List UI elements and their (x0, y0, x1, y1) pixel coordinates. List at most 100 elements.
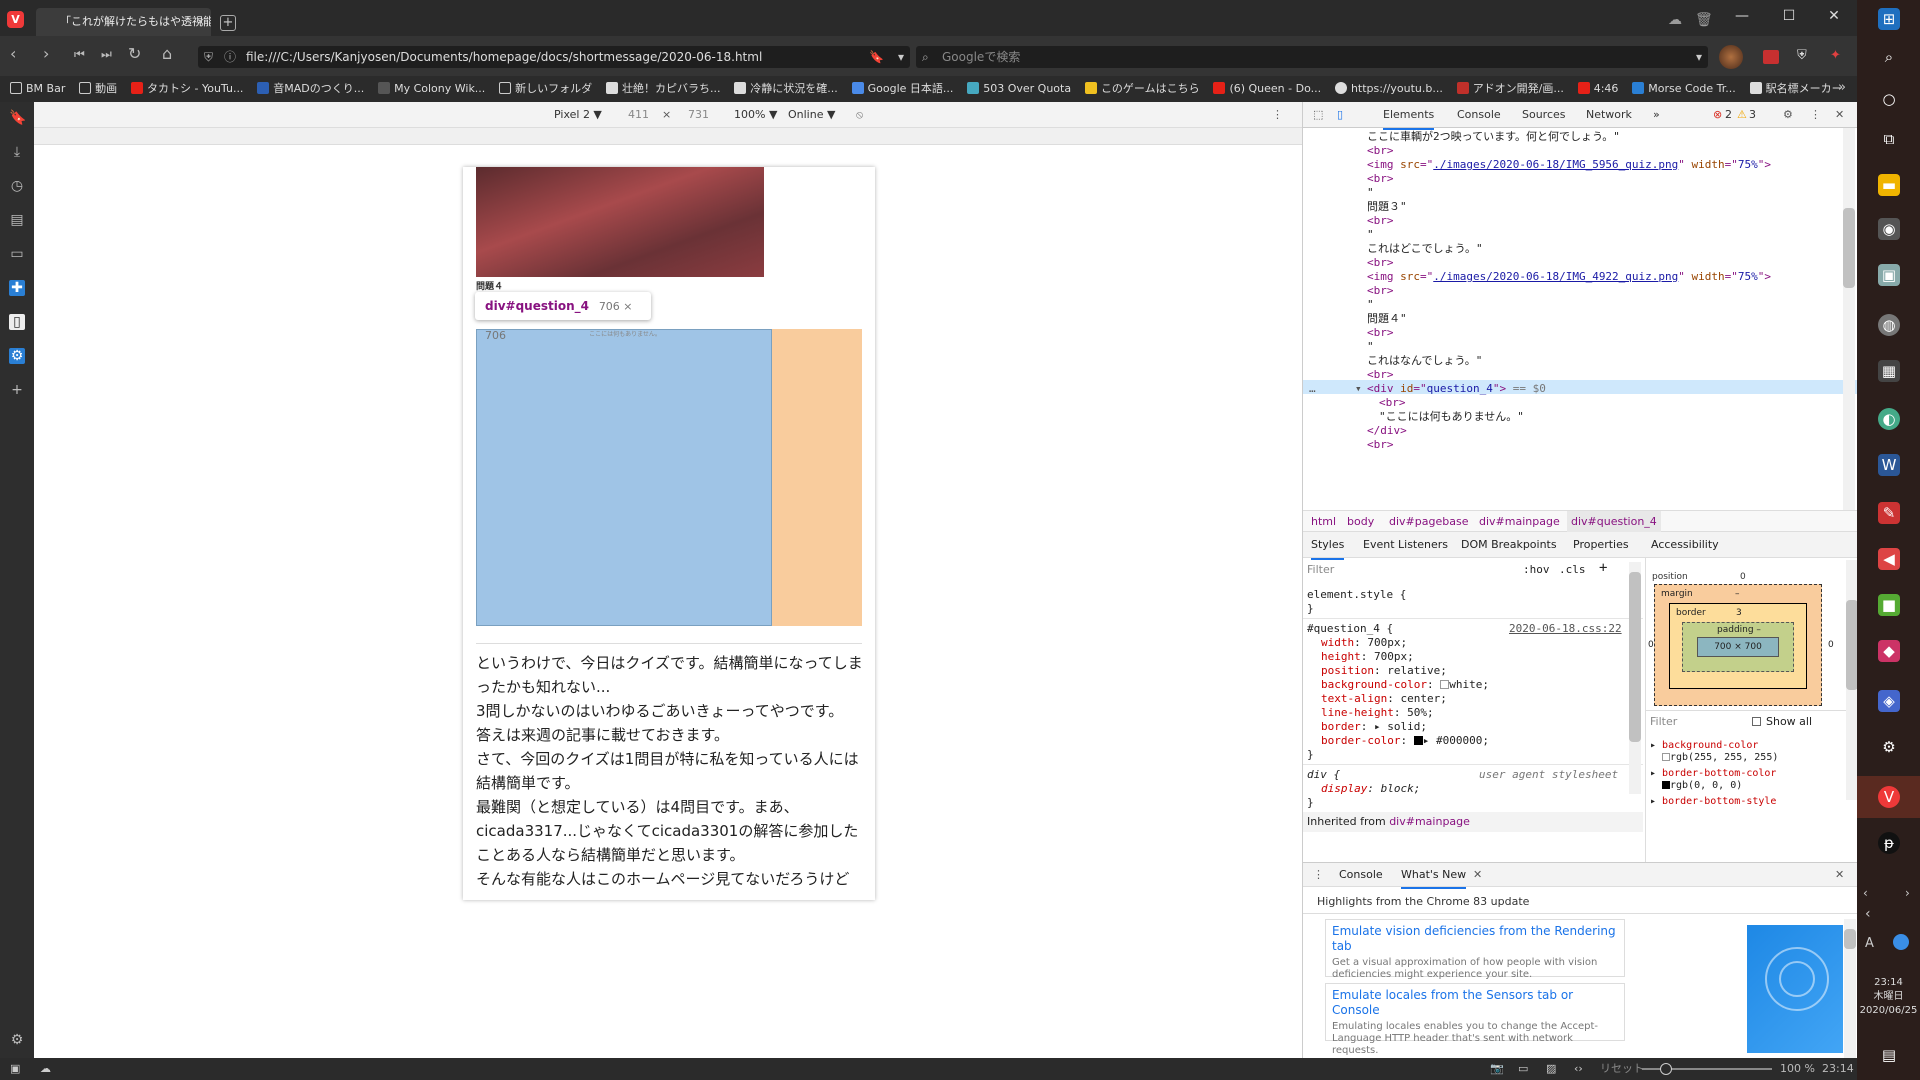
notes-icon[interactable]: ▤ (9, 212, 25, 228)
tray-app-icon[interactable] (1893, 934, 1909, 950)
vivaldi-logo-icon[interactable]: V (7, 11, 24, 28)
cloud-icon[interactable]: ☁ (1668, 12, 1682, 28)
card-title[interactable]: Emulate locales from the Sensors tab or … (1332, 988, 1618, 1018)
network-throttle-select[interactable]: Online ▼ (788, 102, 835, 128)
ellipsis-icon[interactable]: … (1309, 380, 1316, 397)
card-title[interactable]: Emulate vision deficiencies from the Ren… (1332, 924, 1618, 954)
web-panel-icon[interactable]: ▯ (9, 314, 25, 330)
home-icon[interactable]: ⌂ (162, 46, 172, 62)
bookmark-item[interactable]: 音MADのつくり... (257, 76, 364, 102)
web-panel-icon[interactable]: ✚ (9, 280, 25, 296)
rotate-icon[interactable]: ⦸ (856, 102, 863, 128)
window-panel-icon[interactable]: ▭ (9, 246, 25, 262)
chevron-right-icon[interactable]: › (1905, 886, 1910, 900)
maximize-button[interactable]: ☐ (1773, 8, 1805, 24)
color-swatch[interactable] (1413, 736, 1423, 745)
warning-icon[interactable]: ⚠ (1737, 102, 1747, 128)
chevron-down-icon[interactable]: ▾ (898, 46, 904, 68)
styles-filter-input[interactable]: Filter (1307, 562, 1517, 578)
task-view-icon[interactable]: ⧉ (1878, 128, 1900, 150)
drawer-menu-icon[interactable]: ⋮ (1313, 863, 1324, 887)
bookmark-icon[interactable]: 🔖 (869, 46, 884, 68)
close-icon[interactable]: ✕ (1835, 102, 1844, 128)
info-icon[interactable]: ⓘ (224, 46, 236, 68)
app-icon[interactable]: ◈ (1878, 690, 1900, 712)
add-panel-icon[interactable]: + (9, 382, 25, 398)
device-select[interactable]: Pixel 2 ▼ (554, 102, 602, 128)
tile-icon[interactable]: ▭ (1518, 1058, 1528, 1080)
more-tabs-icon[interactable]: » (1653, 102, 1660, 128)
margin-box[interactable]: margin – border 3 padding – 700 × 700 (1654, 584, 1822, 706)
search-engine-dropdown-icon[interactable]: ▾ (1696, 46, 1702, 68)
expand-triangle-icon[interactable]: ▾ (1355, 380, 1362, 397)
bookmark-item[interactable]: アドオン開発/画... (1456, 76, 1564, 102)
bookmark-item[interactable]: Morse Code Tr... (1632, 76, 1736, 102)
app-icon[interactable]: ◍ (1878, 314, 1900, 336)
rule-selector[interactable]: #question_4 { (1307, 622, 1393, 636)
capture-icon[interactable]: 📷 (1490, 1058, 1504, 1080)
app-icon[interactable]: ◐ (1878, 408, 1900, 430)
dom-node[interactable]: <img src="./images/2020-06-18/IMG_4922_q… (1367, 268, 1771, 285)
color-swatch[interactable] (1440, 680, 1450, 689)
bookmark-item[interactable]: 壮絶！カピバラち... (605, 76, 720, 102)
tab-properties[interactable]: Properties (1573, 532, 1629, 558)
whats-new-card[interactable]: Emulate vision deficiencies from the Ren… (1325, 919, 1625, 980)
device-toolbar-icon[interactable]: ▯ (1337, 102, 1343, 128)
image-toggle-icon[interactable]: ▨ (1546, 1058, 1556, 1080)
taskbar-clock[interactable]: 23:14 木曜日 2020/06/25 (1857, 976, 1920, 1018)
extension-icon[interactable] (1763, 50, 1779, 64)
tab-event-listeners[interactable]: Event Listeners (1363, 532, 1448, 558)
close-tab-icon[interactable]: × (196, 8, 205, 36)
bookmark-item[interactable]: 動画 (79, 76, 117, 102)
element-style-rule[interactable]: element.style {} (1307, 588, 1406, 616)
file-explorer-icon[interactable]: ▬ (1878, 174, 1900, 196)
browser-tab[interactable]: 「これが解けたらもはや透視能 × (36, 8, 211, 36)
settings-icon[interactable]: ⚙ (1878, 736, 1900, 758)
rewind-icon[interactable]: ⏮ (74, 46, 85, 62)
computed-property[interactable]: ▸ border-bottom-color (1650, 768, 1778, 780)
crumb-html[interactable]: html (1311, 511, 1336, 533)
zoom-reset-button[interactable]: リセット (1600, 1058, 1644, 1080)
scrollbar[interactable] (1629, 562, 1641, 794)
rule-source-link[interactable]: 2020-06-18.css:22 (1509, 622, 1622, 636)
tab-network[interactable]: Network (1586, 102, 1632, 128)
close-drawer-icon[interactable]: ✕ (1835, 863, 1844, 887)
ua-rule-selector[interactable]: div { (1307, 768, 1340, 782)
ime-icon[interactable]: A (1865, 936, 1874, 951)
sync-cloud-icon[interactable]: ☁ (40, 1058, 51, 1080)
app-icon[interactable]: ✎ (1878, 502, 1900, 524)
bookmark-item[interactable]: 4:46 (1577, 76, 1618, 102)
device-height[interactable]: 731 (688, 102, 709, 128)
bookmark-item[interactable]: BM Bar (10, 76, 65, 102)
crumb-question4[interactable]: div#question_4 (1567, 511, 1661, 533)
page-actions-icon[interactable]: ‹› (1574, 1058, 1583, 1080)
inspect-element-icon[interactable]: ⬚ (1313, 102, 1323, 128)
vivaldi-icon[interactable]: V (1878, 786, 1900, 808)
new-rule-icon[interactable]: + (1599, 561, 1607, 575)
close-window-button[interactable]: ✕ (1818, 8, 1850, 24)
reload-icon[interactable]: ↻ (128, 46, 141, 62)
crumb-body[interactable]: body (1347, 511, 1374, 533)
settings-icon[interactable]: ⚙ (9, 1032, 25, 1048)
padding-box[interactable]: padding – 700 × 700 (1682, 622, 1794, 672)
style-declaration[interactable]: height: 700px; (1321, 650, 1489, 664)
scrollbar[interactable] (1844, 919, 1856, 1059)
crumb-mainpage[interactable]: div#mainpage (1479, 511, 1560, 533)
computed-filter-input[interactable]: Filter (1650, 711, 1677, 733)
minimize-button[interactable]: — (1726, 8, 1758, 24)
app-icon[interactable]: ᵽ (1878, 832, 1900, 854)
fast-forward-icon[interactable]: ⏭ (101, 46, 112, 62)
bookmark-item[interactable]: 駅名標メーカー (1749, 76, 1843, 102)
style-declaration[interactable]: position: relative; (1321, 664, 1489, 678)
app-icon[interactable]: ◆ (1878, 640, 1900, 662)
selected-dom-node[interactable]: … ▾ <div id="question_4"> == $0 (1303, 380, 1858, 397)
avatar[interactable] (1719, 45, 1743, 69)
dom-text-node[interactable]: ここに車輌が2つ映っています。何と何でしょう。" (1367, 128, 1620, 145)
style-declaration[interactable]: width: 700px; (1321, 636, 1489, 650)
bookmark-item[interactable]: 503 Over Quota (967, 76, 1071, 102)
zoom-slider-thumb[interactable] (1660, 1063, 1672, 1075)
tab-styles[interactable]: Styles (1311, 532, 1345, 560)
extension-red-icon[interactable]: ✦ (1830, 48, 1846, 64)
web-panel-icon[interactable]: ⚙ (9, 348, 25, 364)
tab-dom-breakpoints[interactable]: DOM Breakpoints (1461, 532, 1557, 558)
